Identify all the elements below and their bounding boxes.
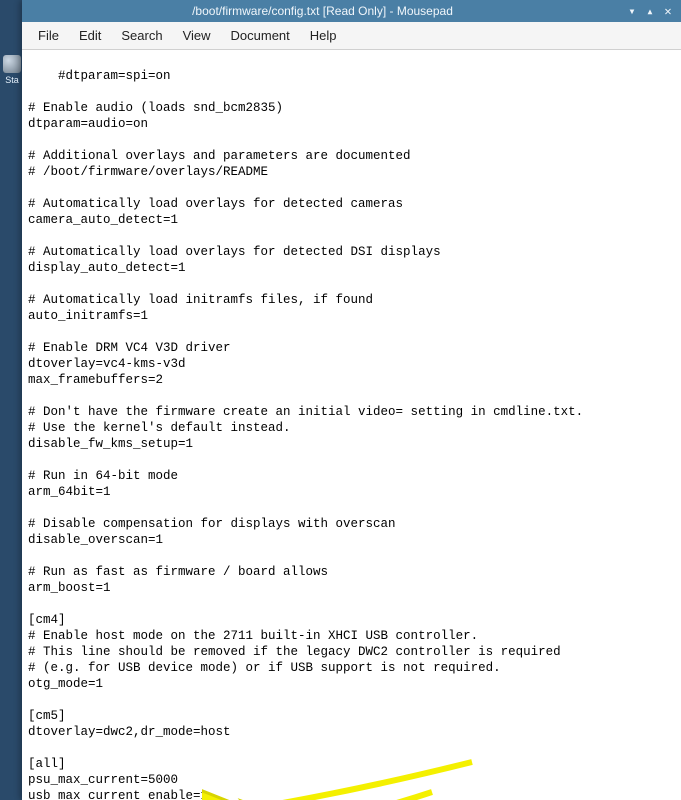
menu-help[interactable]: Help <box>300 24 347 47</box>
close-button[interactable]: ✕ <box>659 4 677 18</box>
text-editor-area[interactable]: #dtparam=spi=on # Enable audio (loads sn… <box>22 50 681 800</box>
minimize-button[interactable]: ▾ <box>623 4 641 18</box>
desktop-shortcut-icon <box>3 55 21 73</box>
desktop-shortcut-label: Sta <box>2 75 22 85</box>
menu-document[interactable]: Document <box>221 24 300 47</box>
file-content: #dtparam=spi=on # Enable audio (loads sn… <box>28 69 583 800</box>
titlebar[interactable]: /boot/firmware/config.txt [Read Only] - … <box>22 0 681 22</box>
window-title: /boot/firmware/config.txt [Read Only] - … <box>22 4 623 18</box>
mousepad-window: /boot/firmware/config.txt [Read Only] - … <box>22 0 681 800</box>
menu-file[interactable]: File <box>28 24 69 47</box>
maximize-button[interactable]: ▴ <box>641 4 659 18</box>
desktop-shortcut[interactable]: Sta <box>2 55 22 85</box>
highlight-arrow-annotation <box>202 720 502 800</box>
menu-search[interactable]: Search <box>111 24 172 47</box>
menu-view[interactable]: View <box>173 24 221 47</box>
menu-edit[interactable]: Edit <box>69 24 111 47</box>
menubar: File Edit Search View Document Help <box>22 22 681 50</box>
